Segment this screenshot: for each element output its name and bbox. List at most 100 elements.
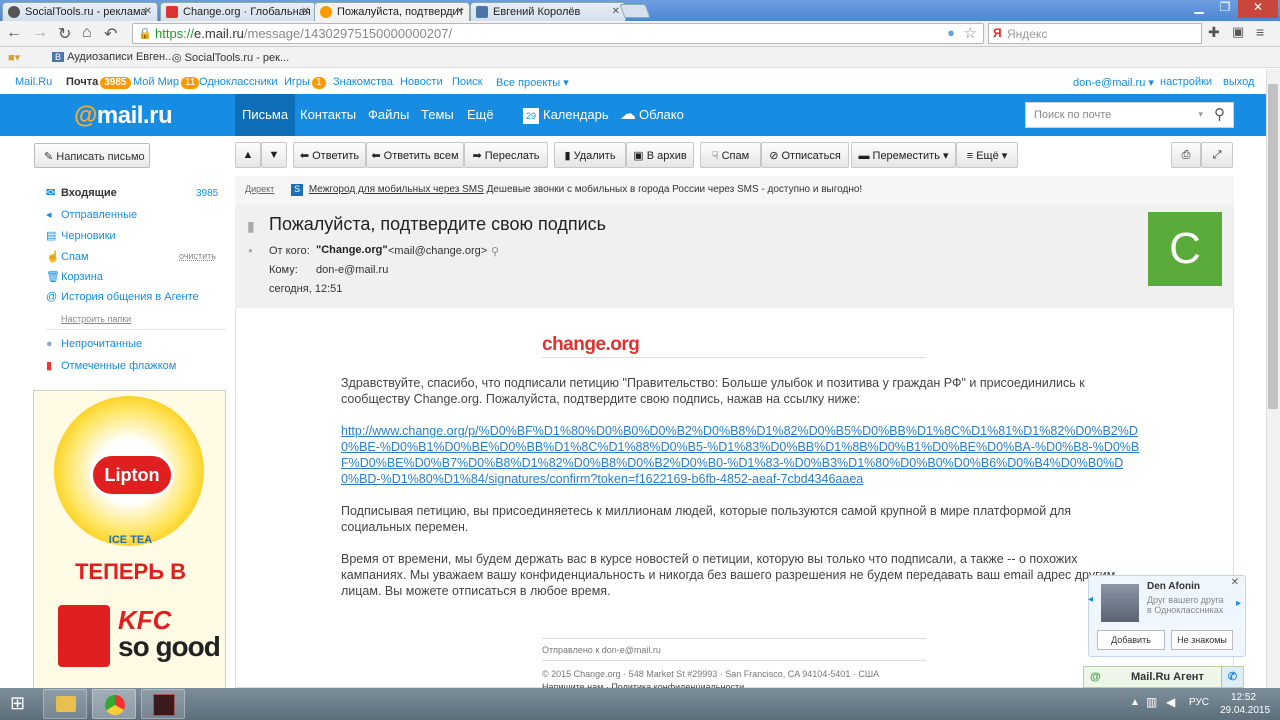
sidebar-item-spam[interactable]: ☝Спам (46, 250, 89, 263)
chevron-down-icon[interactable]: ▾ (1198, 109, 1203, 120)
nav-calendar[interactable]: 29 Календарь (516, 94, 616, 136)
sender-name[interactable]: "Change.org" (316, 244, 388, 256)
forward-button[interactable]: ➡ Переслать (464, 142, 548, 168)
close-tab-icon[interactable]: ✕ (456, 6, 464, 17)
mailru-logo[interactable]: @mail.ru (74, 102, 173, 130)
browser-tab-active[interactable]: Пожалуйста, подтвердит ✕ (314, 2, 470, 21)
extension-puzzle-icon[interactable]: ✚ (1208, 24, 1220, 41)
filter-unread[interactable]: ● Непрочитанные (46, 338, 142, 350)
link-all-projects[interactable]: Все проекты ▾ (496, 76, 569, 89)
home-icon[interactable]: ⌂ (82, 24, 92, 42)
nav-cloud[interactable]: ☁ Облако (613, 94, 691, 136)
volume-icon[interactable]: ◀ (1166, 695, 1175, 709)
decline-friend-button[interactable]: Не знакомы (1171, 630, 1233, 650)
star-icon[interactable]: ☆ (964, 24, 977, 42)
confirm-signature-link[interactable]: http://www.change.org/p/%D0%BF%D1%80%D0%… (341, 424, 1139, 486)
reply-button[interactable]: ⬅ Ответить (293, 142, 366, 168)
folder-icon[interactable]: ■▾ (8, 51, 20, 64)
print-button[interactable]: ⎙ (1171, 142, 1201, 168)
back-icon[interactable]: ← (6, 24, 22, 42)
unsubscribe-button[interactable]: ⊘ Отписаться (761, 142, 849, 168)
close-tab-icon[interactable]: ✕ (612, 6, 620, 17)
setup-folders-link[interactable]: Настроить папки (61, 314, 131, 324)
menu-icon[interactable]: ≡ (1256, 24, 1264, 40)
close-icon[interactable]: ✕ (1231, 577, 1239, 588)
mail-search-input[interactable]: Поиск по почте ▾ ⚲ (1025, 102, 1234, 128)
sender-email[interactable]: <mail@change.org> (388, 245, 487, 257)
close-tab-icon[interactable]: ✕ (144, 6, 152, 17)
friend-name[interactable]: Den Afonin (1147, 581, 1200, 592)
nav-letters[interactable]: Письма (235, 94, 296, 136)
link-odnoklassniki[interactable]: Одноклассники (199, 76, 278, 88)
clock-time[interactable]: 12:52 (1231, 692, 1256, 703)
browser-tab[interactable]: Евгений Королёв ✕ (470, 2, 626, 21)
flag-icon[interactable]: ▮ (247, 218, 255, 235)
windows-start-icon[interactable]: ⊞ (10, 693, 25, 714)
nav-more[interactable]: Ещё (460, 94, 501, 136)
browser-tab[interactable]: SocialTools.ru - реклама ✕ (2, 2, 158, 21)
tray-arrow-icon[interactable]: ▲ (1130, 697, 1140, 708)
scrollbar-thumb[interactable] (1268, 84, 1278, 409)
close-tab-icon[interactable]: ✕ (302, 6, 310, 17)
reply-all-button[interactable]: ⬅ Ответить всем (366, 142, 464, 168)
more-dropdown[interactable]: ≡ Ещё ▾ (956, 142, 1018, 168)
compose-button[interactable]: ✎ Написать письмо (34, 143, 150, 168)
direct-ad-bar[interactable]: Директ S Межгород для мобильных через SM… (235, 176, 1234, 204)
link-my-world[interactable]: Мой Мир 11 (133, 76, 200, 89)
direct-link[interactable]: Межгород для мобильных через SMS (309, 184, 484, 195)
extension-icon[interactable]: ▣ (1232, 24, 1244, 40)
nav-themes[interactable]: Темы (414, 94, 461, 136)
phone-icon[interactable]: ✆ (1221, 667, 1243, 687)
sidebar-item-sent[interactable]: ◂ Отправленные (46, 208, 137, 221)
delete-button[interactable]: ▮ Удалить (554, 142, 626, 168)
clock-date[interactable]: 29.04.2015 (1220, 705, 1270, 716)
chrome-task[interactable] (92, 689, 136, 719)
user-menu[interactable]: don-e@mail.ru ▾ (1073, 76, 1154, 89)
sidebar-item-drafts[interactable]: ▤ Черновики (46, 229, 116, 242)
new-tab-button[interactable] (619, 4, 651, 18)
link-pochta[interactable]: Почта 3985 (66, 76, 131, 89)
sidebar-item-agent-history[interactable]: @ История общения в Агенте (46, 291, 199, 303)
minimize-icon[interactable]: ▁ (1186, 0, 1212, 18)
yandex-search-input[interactable]: Я Яндекс (988, 23, 1202, 44)
explorer-task[interactable] (43, 689, 87, 719)
sidebar-item-inbox[interactable]: ✉ Входящие (46, 186, 117, 199)
sidebar-item-trash[interactable]: 🗑Корзина (46, 270, 103, 283)
game-task[interactable] (141, 689, 185, 719)
language-indicator[interactable]: РУС (1189, 697, 1209, 708)
maximize-icon[interactable]: ❐ (1212, 0, 1238, 18)
read-dot-icon[interactable]: ● (248, 246, 253, 255)
search-sender-icon[interactable]: ⚲ (491, 245, 499, 258)
reload-icon[interactable]: ↻ (58, 24, 71, 44)
extension-icon[interactable]: ● (947, 25, 955, 40)
address-bar[interactable]: 🔒 https://e.mail.ru/message/143029751500… (132, 23, 984, 44)
spam-button[interactable]: ☟ Спам (700, 142, 761, 168)
link-games[interactable]: Игры 1 (284, 76, 326, 89)
add-friend-button[interactable]: Добавить (1097, 630, 1165, 650)
next-arrow-icon[interactable]: ▸ (1236, 598, 1241, 609)
link-dating[interactable]: Знакомства (333, 76, 393, 88)
bookmark-socialtools[interactable]: ◎ SocialTools.ru - рек... (172, 51, 289, 64)
link-logout[interactable]: выход (1223, 76, 1254, 88)
prev-message-button[interactable]: ▲ (235, 142, 261, 168)
move-dropdown[interactable]: ▬ Переместить ▾ (851, 142, 956, 168)
undo-icon[interactable]: ↶ (104, 24, 117, 44)
network-icon[interactable]: ▥ (1146, 695, 1157, 709)
close-window-icon[interactable]: ✕ (1238, 0, 1278, 18)
expand-button[interactable]: ⤢ (1201, 142, 1233, 168)
clear-spam-link[interactable]: очистить (179, 251, 216, 261)
browser-tab[interactable]: Change.org · Глобальная ✕ (160, 2, 316, 21)
filter-flagged[interactable]: ▮ Отмеченные флажком (46, 359, 176, 372)
change-org-logo[interactable]: change.org (542, 334, 640, 356)
nav-files[interactable]: Файлы (361, 94, 416, 136)
next-message-button[interactable]: ▼ (261, 142, 287, 168)
advertisement-banner[interactable]: Lipton ICE TEA ТЕПЕРЬ В KFC so good (33, 390, 226, 690)
forward-icon[interactable]: → (32, 24, 48, 42)
nav-contacts[interactable]: Контакты (293, 94, 363, 136)
prev-arrow-icon[interactable]: ◂ (1088, 594, 1093, 605)
search-icon[interactable]: ⚲ (1214, 105, 1225, 123)
mail-agent-bar[interactable]: @ Mail.Ru Агент ✆ (1083, 666, 1244, 688)
link-mailru[interactable]: Mail.Ru (15, 76, 52, 88)
link-settings[interactable]: настройки (1160, 76, 1212, 88)
bookmark-vk[interactable]: В Аудиозаписи Евген... (52, 51, 174, 63)
